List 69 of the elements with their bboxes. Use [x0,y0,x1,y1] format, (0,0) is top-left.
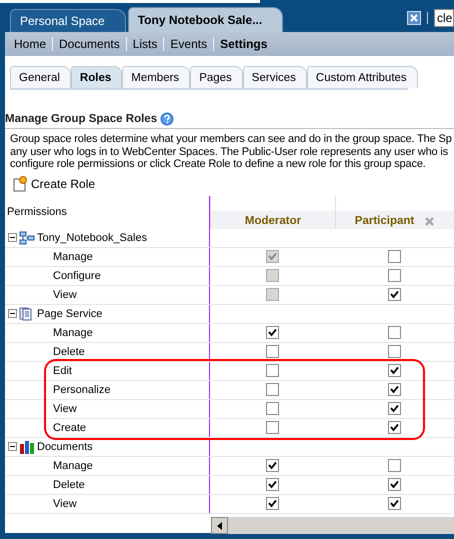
checkbox[interactable] [388,421,401,434]
checkbox[interactable] [388,402,401,415]
checkbox[interactable] [388,288,401,301]
nav-link[interactable]: Events [164,37,214,51]
tab[interactable]: Members [122,66,190,88]
nav-link[interactable]: Home [8,37,54,51]
permission-name: Create [53,422,86,434]
window-tab[interactable]: Personal Space [10,9,126,32]
group-name: Documents [37,440,93,452]
checkbox[interactable] [266,478,279,491]
permission-name: Edit [53,364,72,376]
checkbox[interactable] [388,478,401,491]
close-icon[interactable] [407,11,421,25]
search-field[interactable]: cle [434,9,454,27]
checkbox[interactable] [388,364,401,377]
checkbox[interactable] [388,326,401,339]
permission-name: Delete [53,478,85,490]
tab[interactable]: General [10,66,71,88]
description-text: any user who logs in to WebCenter Spaces. The Public-User role represents any user who is [10,146,450,158]
tab[interactable]: Pages [190,66,243,88]
checkbox[interactable] [266,364,279,377]
permission-name: Manage [53,326,93,338]
permission-name: View [53,498,77,510]
help-icon[interactable] [160,112,174,126]
checkbox[interactable] [266,421,279,434]
permission-name: View [53,402,77,414]
checkbox[interactable] [388,459,401,472]
collapse-icon[interactable] [8,309,17,318]
tab[interactable]: Custom Attributes [306,66,418,88]
checkbox[interactable] [266,383,279,396]
window-tab[interactable]: Tony Notebook Sale... [128,7,284,32]
collapse-icon[interactable] [8,442,17,451]
new-document-icon [13,176,28,192]
description-text: Group space roles determine what your members can see and do in the group space. The Sp [10,133,453,146]
remove-icon[interactable] [424,216,436,226]
checkbox[interactable] [388,250,401,263]
permission-name: Personalize [53,384,110,396]
nav-link[interactable]: Settings [214,37,274,51]
checkbox[interactable] [266,326,279,339]
group-name: Tony_Notebook_Sales [37,232,148,244]
scroll-left-button[interactable] [211,517,228,534]
description-text: configure role permissions or click Create Role to define a new role for this group space. [10,158,427,170]
permission-name: Manage [53,460,93,472]
checkbox[interactable] [388,345,401,358]
checkbox[interactable] [266,459,279,472]
permission-name: Configure [53,270,101,282]
checkbox[interactable] [388,269,401,282]
create-role-button[interactable]: Create Role [13,176,96,192]
checkbox[interactable] [266,497,279,510]
checkbox[interactable] [266,345,279,358]
section-heading: Manage Group Space Roles [5,113,158,125]
column-header: Moderator [244,214,302,226]
checkbox[interactable] [388,497,401,510]
permission-name: Manage [53,250,93,262]
nav-link[interactable]: Lists [126,37,164,51]
books-icon [19,440,35,454]
checkbox[interactable] [266,402,279,415]
network-icon [19,230,35,244]
nav-link[interactable]: Documents [53,37,127,51]
permission-name: Delete [53,346,85,358]
group-name: Page Service [37,308,102,320]
collapse-icon[interactable] [8,233,17,242]
checkbox[interactable] [388,383,401,396]
permission-name: View [53,288,77,300]
tab[interactable]: Services [242,66,307,88]
tab[interactable]: Roles [70,66,122,88]
column-header: Participant [354,214,414,226]
column-header: Permissions [7,206,67,218]
left-arrow-icon [217,522,222,530]
